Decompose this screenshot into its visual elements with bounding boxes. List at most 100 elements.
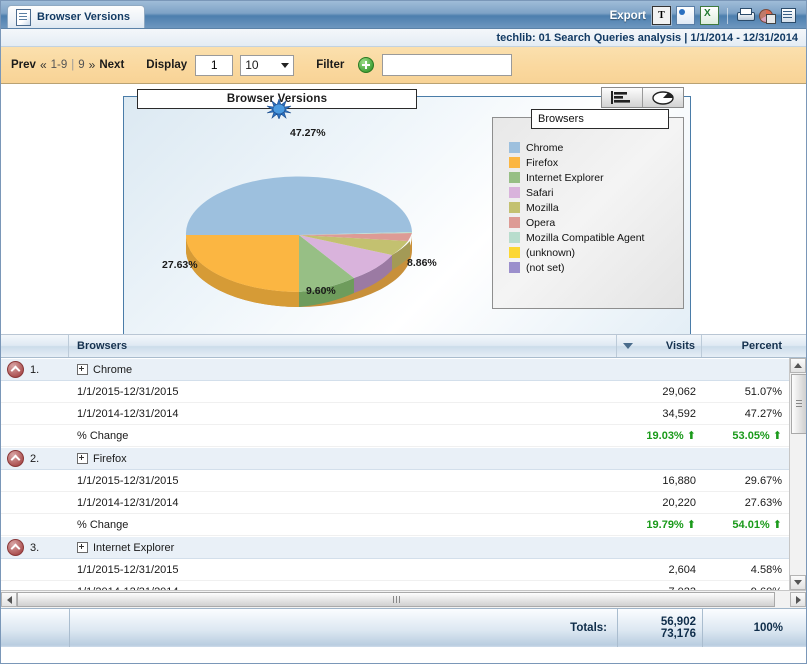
export-excel-icon[interactable] (700, 6, 719, 25)
row-period-label: 1/1/2015-12/31/2015 (77, 474, 179, 487)
legend-swatch (509, 247, 520, 258)
display-page-input[interactable]: 1 (195, 54, 234, 76)
chevron-down-icon (794, 580, 802, 585)
row-visits-cell: 29,062 (662, 385, 696, 398)
collapse-icon[interactable] (7, 450, 24, 467)
column-header-visits[interactable]: Visits (617, 335, 702, 357)
pie-chart-svg (185, 176, 413, 307)
export-word-icon[interactable] (676, 6, 695, 25)
report-download-icon[interactable] (781, 7, 798, 24)
column-header-percent[interactable]: Percent (702, 335, 790, 357)
scrollbar-thumb[interactable] (791, 374, 806, 434)
legend-item[interactable]: (not set) (509, 260, 683, 275)
legend-item[interactable]: Internet Explorer (509, 170, 683, 185)
title-bar: Browser Versions Export T (1, 1, 806, 29)
table-row[interactable]: % Change 19.79% ⬆ 54.01% ⬆ (1, 514, 806, 536)
row-name-label: Internet Explorer (93, 541, 175, 554)
legend-title: Browsers (531, 109, 669, 129)
prev-chevron-icon[interactable]: « (40, 58, 47, 72)
legend-item[interactable]: Firefox (509, 155, 683, 170)
pie-label-safari: 8.86% (407, 257, 437, 269)
pie-chart-icon[interactable] (643, 88, 683, 107)
collapse-icon[interactable] (7, 539, 24, 556)
prev-button[interactable]: Prev (11, 59, 36, 71)
legend-label: (unknown) (526, 246, 576, 259)
next-button[interactable]: Next (99, 59, 124, 71)
pie-label-firefox: 27.63% (162, 259, 198, 271)
row-name-label: Firefox (93, 452, 127, 465)
legend-label: Internet Explorer (526, 171, 604, 184)
totals-label: Totals: (70, 609, 618, 647)
row-percent-cell: 54.01% ⬆ (702, 518, 790, 531)
row-visits-cell: 2,604 (668, 563, 696, 576)
scrollbar-track[interactable] (17, 592, 790, 607)
export-text-icon[interactable]: T (652, 6, 671, 25)
legend-swatch (509, 187, 520, 198)
pagination-toolbar: Prev « 1-9 | 9 » Next Display 1 10 Filte… (1, 47, 806, 84)
row-name-cell: 1/1/2015-12/31/2015 (69, 386, 617, 398)
table-row[interactable]: 1/1/2014-12/31/2014 7,023 9.60% (1, 581, 806, 590)
expand-plus-icon[interactable] (77, 453, 88, 464)
row-percent-cell: 29.67% (744, 474, 782, 487)
table-horizontal-scrollbar[interactable] (1, 590, 806, 608)
legend-item[interactable]: Mozilla (509, 200, 683, 215)
tab-browser-versions[interactable]: Browser Versions (7, 5, 145, 28)
scroll-down-button[interactable] (790, 575, 806, 590)
table-row[interactable]: 1. Chrome (1, 358, 806, 381)
table-row[interactable]: 2. Firefox (1, 447, 806, 470)
legend-swatch (509, 217, 520, 228)
toolbar-divider (727, 7, 728, 24)
column-header-rank[interactable] (1, 335, 69, 357)
scroll-right-button[interactable] (790, 592, 806, 607)
table-row[interactable]: 1/1/2015-12/31/2015 16,880 29.67% (1, 470, 806, 492)
column-header-browsers[interactable]: Browsers (69, 335, 617, 357)
palette-icon[interactable] (759, 8, 776, 24)
legend-swatch (509, 262, 520, 273)
add-filter-icon[interactable] (358, 57, 375, 73)
scroll-left-button[interactable] (1, 592, 17, 607)
expand-plus-icon[interactable] (77, 364, 88, 375)
scrollbar-thumb[interactable] (17, 592, 775, 607)
table-header-row: Browsers Visits Percent (1, 335, 806, 358)
row-visits-cell: 34,592 (662, 407, 696, 420)
row-name-cell: % Change (69, 430, 617, 442)
chevron-down-icon (281, 62, 290, 68)
collapse-icon[interactable] (7, 361, 24, 378)
table-row[interactable]: 1/1/2014-12/31/2014 34,592 47.27% (1, 403, 806, 425)
page-divider: | (71, 59, 75, 71)
totals-row: Totals: 56,902 73,176 100% (1, 608, 806, 647)
rows-per-page-select[interactable]: 10 (240, 54, 295, 76)
expand-plus-icon[interactable] (77, 542, 88, 553)
legend-item[interactable]: Mozilla Compatible Agent (509, 230, 683, 245)
legend-item[interactable]: Safari (509, 185, 683, 200)
legend-item[interactable]: (unknown) (509, 245, 683, 260)
table-row[interactable]: % Change 19.03% ⬆ 53.05% ⬆ (1, 425, 806, 447)
chart-legend: Browsers Chrome Firefox Internet Explore… (492, 109, 684, 309)
row-visits-change: 19.03% (646, 430, 684, 442)
scroll-up-button[interactable] (790, 358, 806, 373)
legend-item[interactable]: Opera (509, 215, 683, 230)
chevron-up-icon (794, 363, 802, 368)
next-chevron-icon[interactable]: » (89, 58, 96, 72)
row-name-cell: 1/1/2014-12/31/2014 (69, 497, 617, 509)
legend-item[interactable]: Chrome (509, 140, 683, 155)
legend-label: Safari (526, 186, 554, 199)
printer-icon[interactable] (736, 8, 755, 23)
row-rank-label: 1. (30, 363, 40, 376)
row-visits-cell: 19.79% ⬆ (617, 518, 702, 531)
table-row[interactable]: 1/1/2014-12/31/2014 20,220 27.63% (1, 492, 806, 514)
table-vertical-scrollbar[interactable] (789, 358, 806, 590)
table-row[interactable]: 3. Internet Explorer (1, 536, 806, 559)
row-rank-cell: 1. (1, 361, 69, 378)
bar-chart-icon[interactable] (602, 88, 643, 107)
table-body: 1. Chrome 1/1/2015-12/31/2015 29,062 51.… (1, 358, 806, 590)
table-row[interactable]: 1/1/2015-12/31/2015 29,062 51.07% (1, 381, 806, 403)
legend-swatch (509, 202, 520, 213)
tab-label: Browser Versions (37, 11, 130, 23)
row-percent-change: 54.01% (732, 519, 770, 531)
table-row[interactable]: 1/1/2015-12/31/2015 2,604 4.58% (1, 559, 806, 581)
report-context-label: techlib: 01 Search Queries analysis | 1/… (496, 31, 799, 44)
filter-input[interactable] (382, 54, 513, 76)
legend-swatch (509, 232, 520, 243)
legend-items: Chrome Firefox Internet Explorer Safari … (493, 118, 683, 275)
